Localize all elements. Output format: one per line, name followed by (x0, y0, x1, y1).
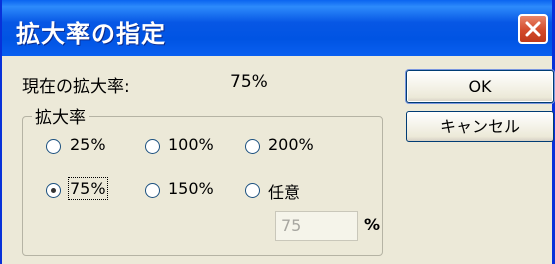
ok-button[interactable]: OK (406, 70, 554, 103)
dialog-title: 拡大率の指定 (16, 20, 166, 48)
close-button[interactable] (518, 14, 548, 44)
radio-custom-label[interactable]: 任意 (268, 179, 300, 203)
current-zoom-value: 75% (230, 72, 268, 92)
close-icon (525, 21, 541, 37)
custom-zoom-input[interactable]: 75 (275, 211, 358, 241)
radio-75-label[interactable]: 75% (68, 177, 108, 200)
title-bar[interactable]: 拡大率の指定 (2, 0, 552, 56)
current-zoom-label: 現在の拡大率: (22, 77, 130, 97)
custom-zoom-unit: % (364, 215, 381, 234)
radio-200-label[interactable]: 200% (268, 135, 314, 154)
radio-200[interactable] (245, 139, 260, 154)
radio-25[interactable] (46, 139, 61, 154)
radio-150-label[interactable]: 150% (168, 179, 214, 198)
dialog-window: 拡大率の指定 現在の拡大率: 75% 拡大率 25% 100% 200% 75%… (0, 0, 555, 264)
cancel-button[interactable]: キャンセル (406, 111, 554, 142)
radio-25-label[interactable]: 25% (70, 135, 106, 154)
radio-100[interactable] (145, 139, 160, 154)
radio-150[interactable] (145, 183, 160, 198)
radio-custom[interactable] (245, 183, 260, 198)
zoom-group-label: 拡大率 (32, 103, 89, 128)
radio-75[interactable] (46, 183, 61, 198)
radio-100-label[interactable]: 100% (168, 135, 214, 154)
